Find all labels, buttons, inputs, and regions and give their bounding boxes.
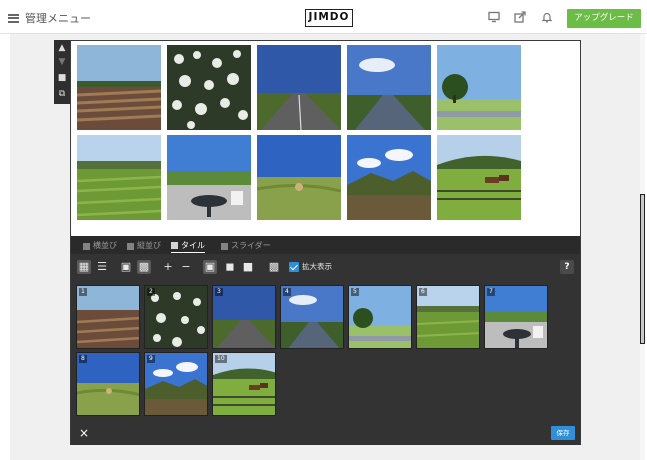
spacing-medium-icon[interactable]: ◼ [223,260,237,274]
spacing-large-icon[interactable]: ■ [241,260,255,274]
grid-view-icon[interactable]: ▦ [77,260,91,274]
thumbnail-item[interactable]: 10 [212,352,276,416]
desktop-preview-icon[interactable] [488,11,500,23]
thumbnail-number: 1 [79,288,87,296]
thumbnail-item[interactable]: 4 [280,285,344,349]
gallery-photo-road[interactable] [257,45,341,130]
gallery-photo-field-rows[interactable] [77,45,161,130]
page-scrollbar[interactable] [640,34,645,460]
gallery-photo-white-flowers[interactable] [167,45,251,130]
scrollbar-thumb[interactable] [640,194,645,344]
top-bar: 管理メニュー JIMDO アップグレード [0,0,647,34]
save-button[interactable]: 保存 [551,426,575,440]
tile-layout-icon [171,242,178,249]
thumbnail-item[interactable]: 5 [348,285,412,349]
upgrade-button[interactable]: アップグレード [567,9,641,28]
tab-slider[interactable]: スライダー [221,239,271,253]
zoom-label: 拡大表示 [302,262,332,271]
thumbnail-number: 4 [283,288,291,296]
thumbnail-list: 1 2 3 4 5 6 7 8 9 10 [71,280,580,416]
gallery-photo-road-clouds[interactable] [347,45,431,130]
image-small-icon[interactable]: ▣ [119,260,133,274]
thumbnail-number: 5 [351,288,359,296]
module-side-controls: ▲ ▼ ■ ⧉ [54,40,70,104]
thumbnail-number: 9 [147,355,155,363]
editor-footer: × 保存 [71,423,580,445]
thumbnail-number: 8 [79,355,87,363]
thumbnail-number: 6 [419,288,427,296]
editor-toolbar: ▦ ☰ ▣ ▩ + − ▣ ◼ ■ ▩ 拡大表示 ? [71,258,580,276]
gallery-photo-hay-bale[interactable] [257,135,341,220]
layout-tabs: 横並び 縦並び タイル スライダー [71,236,580,254]
minus-icon[interactable]: − [179,260,193,274]
share-icon[interactable] [514,11,526,23]
gallery-photo-tree-meadow[interactable] [437,45,521,130]
hamburger-icon [8,13,19,23]
spacing-small-icon[interactable]: ▣ [203,260,217,274]
thumbnail-item[interactable]: 8 [76,352,140,416]
tab-vertical[interactable]: 縦並び [127,239,161,253]
gallery-photo-terrace-table[interactable] [167,135,251,220]
zoom-checkbox[interactable] [289,262,299,272]
tab-tile[interactable]: タイル [171,239,205,253]
thumbnail-number: 2 [147,288,155,296]
trash-icon[interactable]: ■ [54,71,70,85]
horizontal-layout-icon [83,242,90,250]
thumbnail-item[interactable]: 2 [144,285,208,349]
vertical-layout-icon [127,242,134,250]
help-button[interactable]: ? [560,260,574,274]
thumbnail-item[interactable]: 3 [212,285,276,349]
admin-menu-button[interactable]: 管理メニュー [8,10,91,26]
thumbnail-item[interactable]: 6 [416,285,480,349]
thumbnail-number: 7 [487,288,495,296]
copy-icon[interactable]: ⧉ [54,87,70,101]
image-large-icon[interactable]: ▩ [137,260,151,274]
move-up-icon[interactable]: ▲ [54,41,70,55]
thumbnail-item[interactable]: 9 [144,352,208,416]
admin-menu-label: 管理メニュー [25,12,91,25]
gallery-preview [71,41,580,236]
move-down-icon[interactable]: ▼ [54,55,70,69]
jimdo-logo: JIMDO [305,9,353,27]
thumbnail-item[interactable]: 7 [484,285,548,349]
list-view-icon[interactable]: ☰ [95,260,109,274]
thumbnail-item[interactable]: 1 [76,285,140,349]
gallery-photo-mountains-clouds[interactable] [347,135,431,220]
slider-layout-icon [221,242,228,250]
close-icon[interactable]: × [79,426,89,440]
plus-icon[interactable]: + [161,260,175,274]
tab-horizontal[interactable]: 横並び [83,239,117,253]
thumbnail-number: 10 [215,355,227,363]
gallery-photo-horses-fence[interactable] [437,135,521,220]
gallery-editor-panel: 横並び 縦並び タイル スライダー ▦ ☰ ▣ ▩ + − ▣ ◼ ■ ▩ 拡大… [71,236,580,445]
gallery-photo-green-field[interactable] [77,135,161,220]
bell-icon[interactable] [541,11,553,23]
thumbnail-number: 3 [215,288,223,296]
caption-icon[interactable]: ▩ [267,260,281,274]
